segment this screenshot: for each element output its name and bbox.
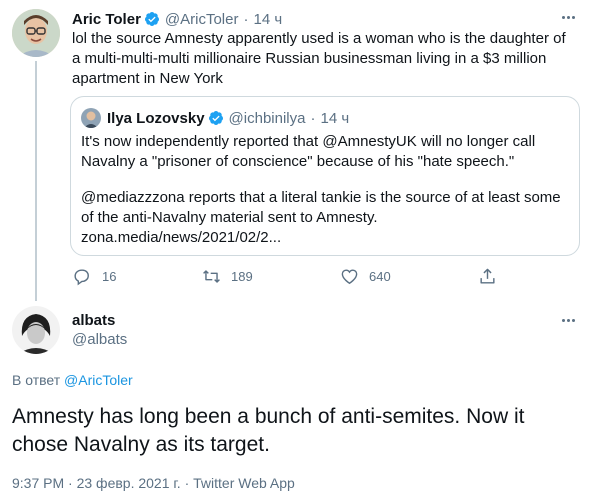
quoted-tweet[interactable]: Ilya Lozovsky @ichbinilya · 14 ч It's no… <box>70 96 580 256</box>
quoted-text-paragraph-1: It's now independently reported that @Am… <box>81 133 536 170</box>
heart-icon <box>341 269 358 285</box>
reply-context: В ответ @AricToler <box>12 371 133 389</box>
quoted-display-name: Ilya Lozovsky <box>107 109 205 127</box>
display-name[interactable]: Aric Toler <box>72 11 141 28</box>
avatar-image <box>12 9 60 57</box>
tweet-time[interactable]: 9:37 PM <box>12 475 64 491</box>
reply-icon <box>74 269 89 286</box>
more-icon[interactable] <box>562 319 575 322</box>
handle[interactable]: @AricToler <box>165 11 239 28</box>
separator: · <box>243 10 249 28</box>
quoted-avatar-image <box>81 108 101 128</box>
verified-badge-icon <box>144 12 159 26</box>
tweet-meta: 9:37 PM · 23 февр. 2021 г. · Twitter Web… <box>12 474 295 492</box>
reply-count: 16 <box>102 269 117 284</box>
display-name[interactable]: albats <box>72 312 127 330</box>
tweet-date[interactable]: 23 февр. 2021 г. <box>77 475 181 491</box>
separator: · <box>184 475 190 491</box>
avatar[interactable] <box>12 9 60 57</box>
separator: · <box>68 475 73 491</box>
share-icon <box>480 268 495 284</box>
timestamp[interactable]: 14 ч <box>253 11 282 28</box>
tweet-source[interactable]: Twitter Web App <box>193 475 295 491</box>
quoted-header: Ilya Lozovsky @ichbinilya · 14 ч <box>107 108 349 128</box>
quoted-separator: · <box>310 109 316 127</box>
reply-button[interactable]: 16 <box>72 267 116 286</box>
reply-to-handle[interactable]: @AricToler <box>64 372 133 388</box>
thread-line <box>35 61 37 301</box>
retweet-count: 189 <box>231 269 253 284</box>
tweet-header: Aric Toler @AricToler · 14 ч <box>72 9 282 29</box>
quoted-handle: @ichbinilya <box>228 109 306 127</box>
quoted-avatar[interactable] <box>81 108 101 128</box>
more-icon[interactable] <box>562 16 575 19</box>
like-count: 640 <box>369 269 391 284</box>
quoted-timestamp: 14 ч <box>320 109 350 127</box>
avatar[interactable] <box>12 306 60 354</box>
like-button[interactable]: 640 <box>340 267 391 286</box>
quoted-text-paragraph-2: @mediazzzona reports that a literal tank… <box>81 189 561 226</box>
verified-badge-icon <box>208 111 223 125</box>
avatar-image <box>12 306 60 354</box>
reply-prefix: В ответ <box>12 372 61 388</box>
retweet-icon <box>203 270 220 283</box>
tweet-header: albats @albats <box>72 312 127 350</box>
tweet-text: lol the source Amnesty apparently used i… <box>72 30 566 87</box>
tweet-text: Amnesty has long been a bunch of anti-se… <box>12 405 525 456</box>
retweet-button[interactable]: 189 <box>202 267 253 286</box>
share-button[interactable] <box>478 267 497 286</box>
quoted-link[interactable]: zona.media/news/2021/02/2... <box>81 228 571 248</box>
handle[interactable]: @albats <box>72 330 127 350</box>
